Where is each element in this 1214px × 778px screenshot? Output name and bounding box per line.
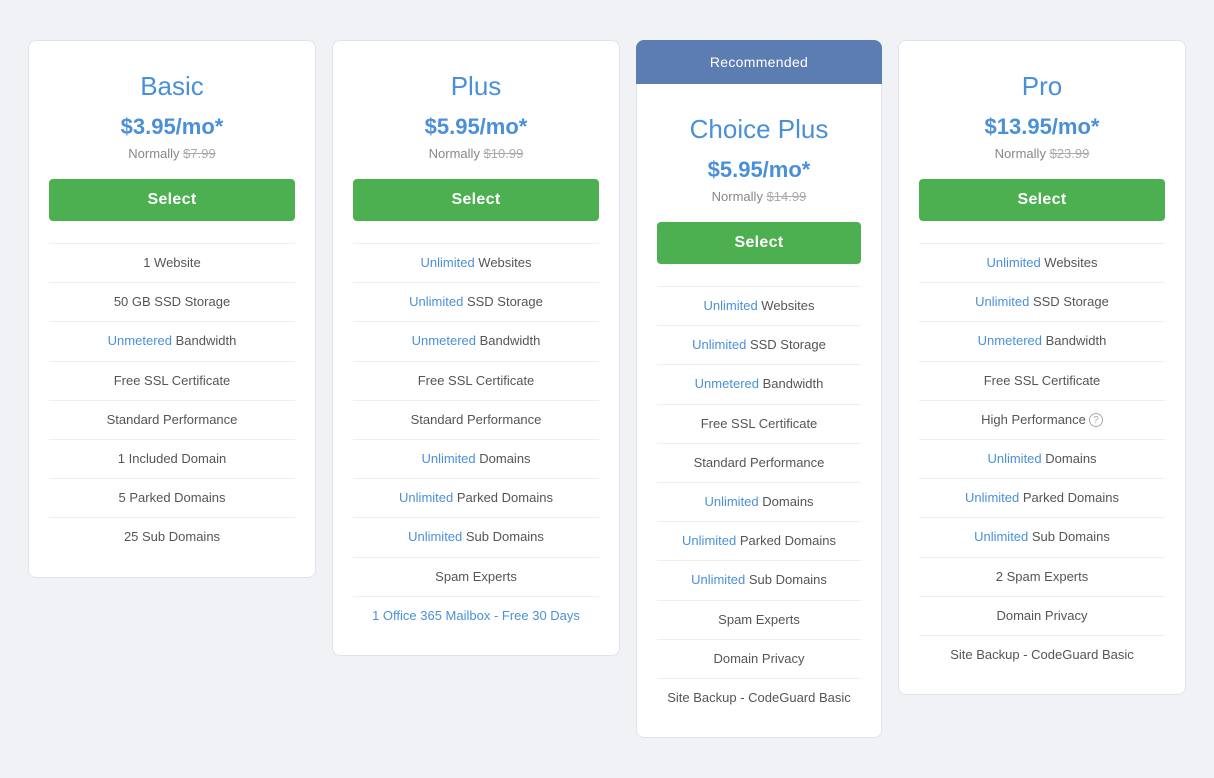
recommended-badge: Recommended (636, 40, 882, 84)
plan-name: Pro (919, 71, 1165, 102)
feature-highlight: Unlimited (408, 529, 466, 544)
feature-item: Unlimited Websites (657, 286, 861, 325)
plan-normal-price: Normally $23.99 (919, 146, 1165, 161)
plan-card-plus: Plus $5.95/mo* Normally $10.99 Select Unlimi… (332, 40, 620, 656)
feature-highlight: Unlimited (704, 494, 762, 509)
feature-item: 1 Included Domain (49, 439, 295, 478)
feature-item: Unlimited Websites (353, 243, 599, 282)
plan-normal-price: Normally $10.99 (353, 146, 599, 161)
feature-item: Free SSL Certificate (353, 361, 599, 400)
feature-item: Standard Performance (657, 443, 861, 482)
help-icon[interactable]: ? (1089, 413, 1103, 427)
features-list: 1 Website50 GB SSD StorageUnmetered Band… (49, 243, 295, 557)
features-list: Unlimited WebsitesUnlimited SSD StorageU… (353, 243, 599, 635)
feature-item: Spam Experts (353, 557, 599, 596)
feature-highlight: Unmetered (108, 333, 176, 348)
feature-highlight: Unmetered (978, 333, 1046, 348)
feature-item: Unlimited Sub Domains (353, 517, 599, 556)
feature-item: Unlimited SSD Storage (657, 325, 861, 364)
feature-item: Domain Privacy (919, 596, 1165, 635)
features-list: Unlimited WebsitesUnlimited SSD StorageU… (657, 286, 861, 717)
feature-item: 5 Parked Domains (49, 478, 295, 517)
feature-highlight: Unlimited (682, 533, 740, 548)
feature-item: Unlimited Domains (919, 439, 1165, 478)
feature-item: Site Backup - CodeGuard Basic (919, 635, 1165, 674)
feature-highlight: Unlimited (975, 294, 1033, 309)
feature-highlight: Unlimited (703, 298, 761, 313)
feature-item: Unmetered Bandwidth (657, 364, 861, 403)
feature-item: Unlimited Sub Domains (919, 517, 1165, 556)
feature-highlight: Unlimited (420, 255, 478, 270)
feature-highlight: Unlimited (965, 490, 1023, 505)
feature-item: Free SSL Certificate (657, 404, 861, 443)
feature-highlight: Unlimited (987, 451, 1045, 466)
plan-price: $5.95/mo* (353, 114, 599, 140)
plan-name: Plus (353, 71, 599, 102)
feature-highlight: Unlimited (409, 294, 467, 309)
feature-item: Unlimited Websites (919, 243, 1165, 282)
plan-price: $13.95/mo* (919, 114, 1165, 140)
feature-item: Unlimited Domains (657, 482, 861, 521)
plan-normal-price: Normally $7.99 (49, 146, 295, 161)
pricing-container: Basic $3.95/mo* Normally $7.99 Select 1 Webs… (20, 40, 1194, 738)
feature-item: Standard Performance (49, 400, 295, 439)
plan-card-pro: Pro $13.95/mo* Normally $23.99 Select Unlimi… (898, 40, 1186, 695)
feature-item: Unmetered Bandwidth (353, 321, 599, 360)
feature-item: 1 Website (49, 243, 295, 282)
feature-item: Site Backup - CodeGuard Basic (657, 678, 861, 717)
features-list: Unlimited WebsitesUnlimited SSD StorageU… (919, 243, 1165, 674)
feature-item: Free SSL Certificate (919, 361, 1165, 400)
feature-item: High Performance? (919, 400, 1165, 439)
feature-highlight: Unmetered (695, 376, 763, 391)
feature-item: Unmetered Bandwidth (49, 321, 295, 360)
feature-highlight: Unlimited (691, 572, 749, 587)
select-button-basic[interactable]: Select (49, 179, 295, 221)
feature-item: 25 Sub Domains (49, 517, 295, 556)
feature-item: Unlimited Parked Domains (657, 521, 861, 560)
plan-price: $3.95/mo* (49, 114, 295, 140)
plan-normal-price: Normally $14.99 (657, 189, 861, 204)
feature-highlight: Unlimited (399, 490, 457, 505)
feature-item: Unlimited Parked Domains (353, 478, 599, 517)
feature-item: Standard Performance (353, 400, 599, 439)
feature-item: Unmetered Bandwidth (919, 321, 1165, 360)
feature-link[interactable]: 1 Office 365 Mailbox - Free 30 Days (372, 608, 580, 623)
feature-item: 1 Office 365 Mailbox - Free 30 Days (353, 596, 599, 635)
select-button-choice-plus[interactable]: Select (657, 222, 861, 264)
plan-card-basic: Basic $3.95/mo* Normally $7.99 Select 1 Webs… (28, 40, 316, 578)
feature-highlight: Unlimited (986, 255, 1044, 270)
feature-item: Unlimited Parked Domains (919, 478, 1165, 517)
feature-highlight: Unlimited (974, 529, 1032, 544)
feature-item: Spam Experts (657, 600, 861, 639)
feature-highlight: Unlimited (692, 337, 750, 352)
feature-item: Unlimited Sub Domains (657, 560, 861, 599)
select-button-pro[interactable]: Select (919, 179, 1165, 221)
plan-name: Basic (49, 71, 295, 102)
feature-item: Domain Privacy (657, 639, 861, 678)
select-button-plus[interactable]: Select (353, 179, 599, 221)
feature-item: Unlimited SSD Storage (919, 282, 1165, 321)
plan-price: $5.95/mo* (657, 157, 861, 183)
feature-highlight: Unmetered (412, 333, 480, 348)
plan-name: Choice Plus (657, 114, 861, 145)
feature-item: Unlimited Domains (353, 439, 599, 478)
feature-item: 2 Spam Experts (919, 557, 1165, 596)
feature-item: Unlimited SSD Storage (353, 282, 599, 321)
plan-wrapper-choice-plus: Recommended Choice Plus $5.95/mo* Normally … (636, 40, 882, 738)
feature-highlight: Unlimited (421, 451, 479, 466)
feature-item: 50 GB SSD Storage (49, 282, 295, 321)
plan-card-choice-plus: Choice Plus $5.95/mo* Normally $14.99 Selec… (636, 84, 882, 738)
feature-item: Free SSL Certificate (49, 361, 295, 400)
